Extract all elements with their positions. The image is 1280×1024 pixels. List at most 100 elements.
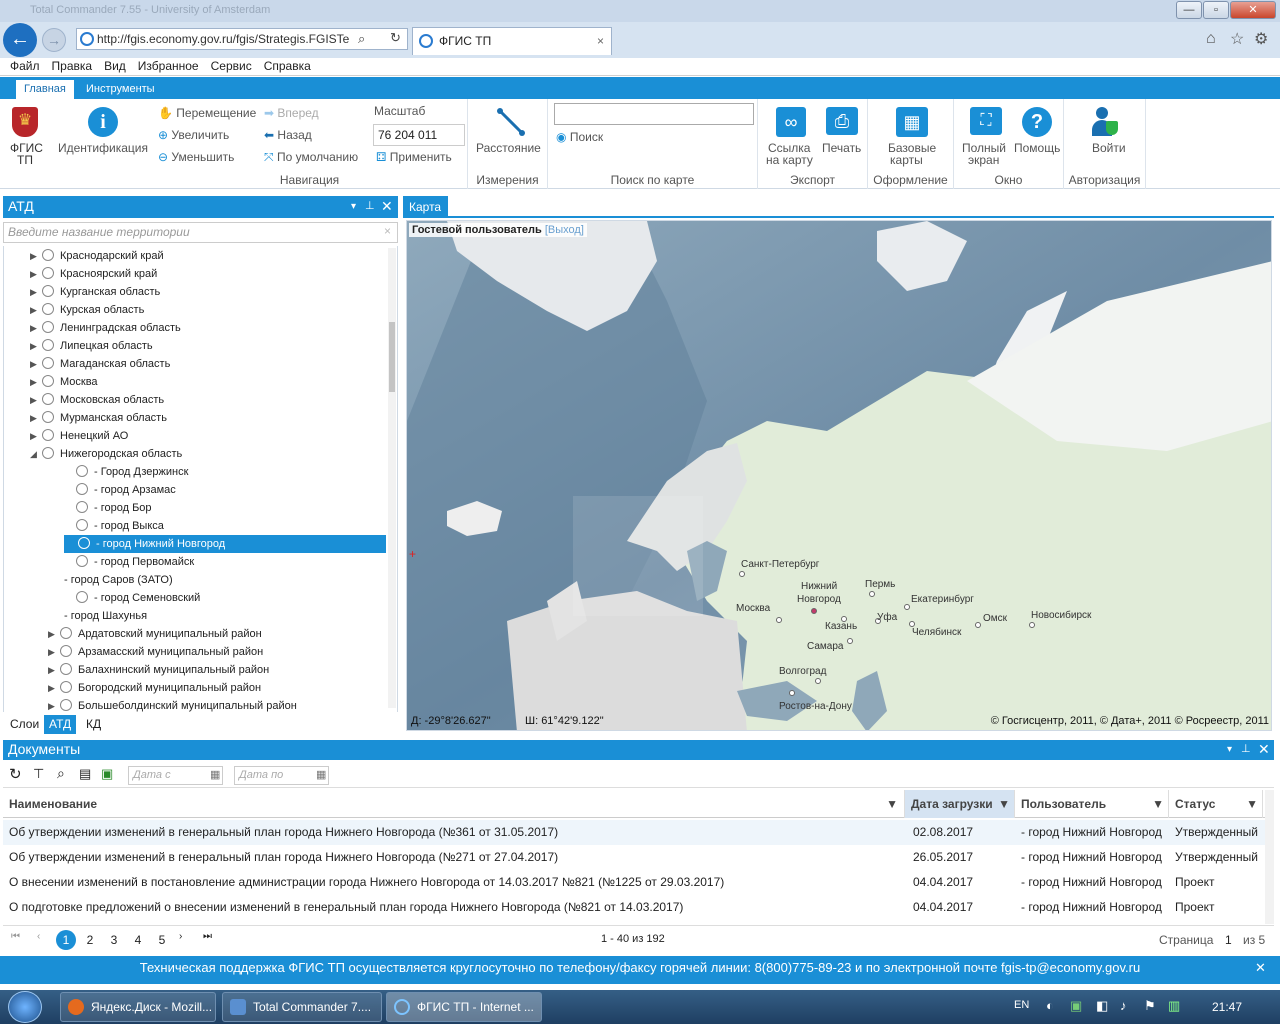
expand-arrow-icon[interactable]: ▶ [48,643,60,661]
menu-view[interactable]: Вид [98,58,132,75]
panel-dropdown-icon[interactable]: ▾ [351,196,356,217]
menu-file[interactable]: Файл [0,58,46,75]
expand-arrow-icon[interactable]: ▶ [30,427,42,445]
login-button[interactable]: Войти [1074,103,1136,163]
export-excel-icon[interactable]: ▣ [101,766,113,782]
base-maps-button[interactable]: ▦ Базовые карты [874,103,950,167]
first-page-icon[interactable]: ⏮ [11,931,20,942]
docs-scrollbar[interactable] [1265,790,1274,924]
close-panel-icon[interactable]: ✕ [381,196,393,217]
page-5[interactable]: 5 [152,930,172,950]
table-row[interactable]: О подготовке предложений о внесении изме… [3,895,1265,920]
fullscreen-button[interactable]: ⛶ Полный экран [958,103,1010,167]
page-number-input[interactable]: 1 [1225,933,1232,947]
tree-item[interactable]: ▶ Ненецкий АО [4,427,389,445]
tray-icon-3[interactable]: ◧ [1096,998,1108,1014]
filter-date-icon[interactable]: ▼ [998,790,1010,818]
map-link-button[interactable]: ∞ Ссылка на карту [764,103,814,167]
tree-item[interactable]: - город Бор [4,499,389,517]
next-page-icon[interactable]: › [179,931,182,942]
volume-icon[interactable]: ♪ [1120,998,1127,1013]
expand-arrow-icon[interactable]: ◢ [30,445,42,463]
menu-tools[interactable]: Сервис [205,58,258,75]
map-search-input[interactable] [554,103,754,125]
close-banner-icon[interactable]: ✕ [1255,956,1266,980]
favorites-star-icon[interactable]: ☆ [1230,29,1244,49]
tab-map[interactable]: Карта [403,196,448,218]
tree-scrollbar[interactable] [388,248,396,708]
table-row[interactable]: Об утверждении изменений в генеральный п… [3,820,1265,845]
prev-page-icon[interactable]: ‹ [37,931,40,942]
tree-scrollbar-thumb[interactable] [389,322,395,392]
expand-arrow-icon[interactable]: ▶ [48,625,60,643]
language-indicator[interactable]: EN [1014,999,1029,1011]
tree-item[interactable]: ▶ Мурманская область [4,409,389,427]
back-button[interactable]: ⬅ Назад [264,128,312,142]
territory-search-input[interactable]: Введите название территории [3,222,398,243]
page-2[interactable]: 2 [80,930,100,950]
start-orb-icon[interactable] [8,991,42,1023]
back-arrow-icon[interactable]: ← [3,23,37,57]
doc-dropdown-icon[interactable]: ▾ [1227,740,1232,759]
tree-item[interactable]: ▶ Липецкая область [4,337,389,355]
clock[interactable]: 21:47 [1212,1000,1242,1014]
expand-arrow-icon[interactable]: ▶ [30,265,42,283]
tree-item[interactable]: ▶ Большеболдинский муниципальный район [4,697,389,712]
page-1[interactable]: 1 [56,930,76,950]
expand-arrow-icon[interactable]: ▶ [48,679,60,697]
nvidia-icon[interactable]: ▣ [1070,998,1082,1014]
search-docs-icon[interactable]: ⌕ [57,765,65,782]
move-button[interactable]: ✋ Перемещение [158,106,256,120]
forward-arrow-icon[interactable]: → [42,28,66,52]
calendar-from-icon[interactable]: ▦ [210,768,220,781]
filter-docs-icon[interactable]: ▤ [79,766,91,782]
zoom-out-button[interactable]: ⊖ Уменьшить [158,150,234,164]
scale-input[interactable]: 76 204 011 [373,124,465,146]
pin-icon[interactable]: ⊥ [365,196,375,217]
tree-item[interactable]: ▶ Арзамасский муниципальный район [4,643,389,661]
expand-arrow-icon[interactable]: ▶ [30,355,42,373]
browser-tab[interactable]: ФГИС ТП × [412,27,612,55]
logout-link[interactable]: [Выход] [545,224,584,236]
home-icon[interactable]: ⌂ [1206,30,1216,48]
help-button[interactable]: ? Помощь [1012,103,1062,163]
calendar-to-icon[interactable]: ▦ [316,768,326,781]
expand-arrow-icon[interactable]: ▶ [30,391,42,409]
filter-user-icon[interactable]: ▼ [1152,790,1164,818]
expand-arrow-icon[interactable]: ▶ [48,697,60,712]
page-3[interactable]: 3 [104,930,124,950]
apply-button[interactable]: ⚃ Применить [376,150,452,164]
tree-item[interactable]: ▶ Балахнинский муниципальный район [4,661,389,679]
tools-gear-icon[interactable]: ⚙ [1254,29,1268,49]
refresh-icon[interactable]: ↻ [390,30,401,46]
expand-arrow-icon[interactable]: ▶ [30,409,42,427]
tray-icon-1[interactable]: ◐ [1046,998,1054,1013]
tree-item[interactable]: ▶ Краснодарский край [4,247,389,265]
minimize-button[interactable]: — [1176,1,1202,19]
tree-item[interactable]: ▶ Московская область [4,391,389,409]
expand-arrow-icon[interactable]: ▶ [48,661,60,679]
tree-item[interactable]: - Город Дзержинск [4,463,389,481]
tree-item[interactable]: ▶ Курская область [4,301,389,319]
clear-search-icon[interactable]: × [384,224,391,238]
date-from-input[interactable]: Дата с [128,766,223,785]
tree-item[interactable]: - город Первомайск [4,553,389,571]
tree-item-selected[interactable]: - город Нижний Новгород [64,535,386,553]
tree-item[interactable]: ▶ Магаданская область [4,355,389,373]
network-icon[interactable]: ▥ [1168,998,1180,1014]
tab-main[interactable]: Главная [16,80,74,99]
tab-atd[interactable]: АТД [44,715,77,734]
tree-item[interactable]: - город Выкса [4,517,389,535]
tree-item[interactable]: ▶ Курганская область [4,283,389,301]
map-view[interactable]: Гостевой пользователь [Выход] + Санкт-Пе… [406,220,1272,731]
tree-item[interactable]: ▶ Ленинградская область [4,319,389,337]
expand-arrow-icon[interactable]: ▶ [30,373,42,391]
maximize-button[interactable]: ▫ [1203,1,1229,19]
tree-item[interactable]: - город Шахунья [4,607,389,625]
filter-name-icon[interactable]: ▼ [886,790,898,818]
refresh-docs-icon[interactable]: ↻ [9,765,22,783]
tab-kd[interactable]: КД [81,715,106,734]
expand-arrow-icon[interactable]: ▶ [30,283,42,301]
tree-item[interactable]: - город Саров (ЗАТО) [4,571,389,589]
menu-help[interactable]: Справка [258,58,317,75]
